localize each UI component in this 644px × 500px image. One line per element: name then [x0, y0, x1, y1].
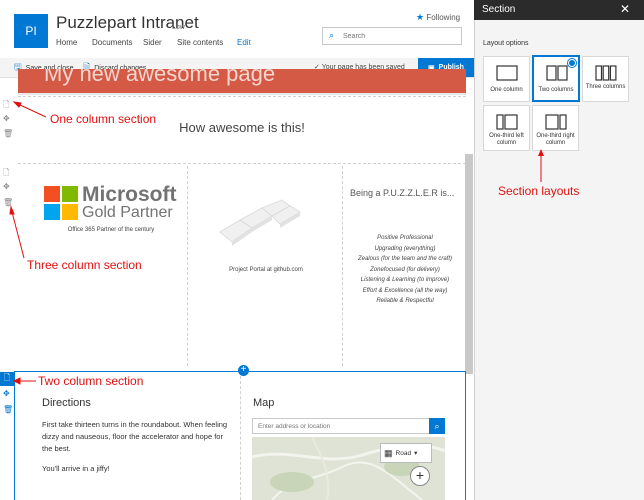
selected-section-border: [465, 371, 466, 500]
list-item: Zonefocused (for delivery): [370, 266, 440, 273]
annotation-section-layouts: Section layouts: [498, 184, 580, 198]
map-zoom-in-button[interactable]: +: [410, 466, 430, 486]
one-column-icon: [496, 65, 518, 81]
banner-divider: [18, 93, 466, 95]
edit-section-icon[interactable]: 🗋: [0, 372, 14, 386]
three-columns-icon: [595, 65, 617, 81]
microsoft-logo: [44, 186, 78, 220]
move-section-icon[interactable]: ✥: [3, 182, 10, 191]
move-section-icon[interactable]: ✥: [3, 389, 10, 398]
section-border: [18, 163, 466, 164]
map-style-dropdown[interactable]: ▦ Road ▾: [380, 443, 432, 463]
follow-label: Following: [426, 13, 461, 22]
directions-paragraph[interactable]: First take thirteen turns in the roundab…: [42, 419, 232, 455]
nav-link-site-contents[interactable]: Site contents: [177, 38, 223, 47]
two-columns-icon: [546, 65, 568, 81]
nav-link-documents[interactable]: Documents: [92, 38, 132, 47]
map-search-button[interactable]: ⌕: [429, 418, 445, 434]
puzzler-list[interactable]: Positive Professional Upgrading (everyth…: [346, 233, 464, 307]
follow-button[interactable]: ★ Following: [416, 12, 460, 23]
chevron-down-icon: ▾: [414, 450, 418, 457]
layout-option-label: One-third right column: [536, 133, 575, 146]
puzzle-pieces-image[interactable]: [210, 198, 320, 258]
layout-options-label: Layout options: [483, 40, 529, 47]
site-logo[interactable]: PI: [14, 14, 48, 48]
layout-one-column-option[interactable]: One column: [483, 56, 530, 102]
page-title[interactable]: My new awesome page: [44, 69, 275, 87]
list-item: Positive Professional: [377, 235, 433, 241]
map-address-input[interactable]: [252, 418, 430, 434]
column-divider: [342, 166, 343, 366]
selected-section-border: [14, 371, 15, 500]
list-item: Effort & Excellence (all the way): [362, 287, 448, 294]
nav-edit-link[interactable]: Edit: [237, 38, 251, 47]
annotation-two-column: Two column section: [38, 374, 144, 388]
edit-section-icon[interactable]: 🗋: [3, 99, 9, 113]
selected-radio-icon: [568, 59, 576, 67]
layout-one-third-right-option[interactable]: One-third right column: [532, 105, 579, 151]
layout-option-label: Two columns: [538, 87, 574, 93]
annotation-three-column: Three column section: [27, 258, 142, 272]
layout-two-columns-option[interactable]: Two columns: [532, 55, 580, 102]
delete-section-icon[interactable]: 🗑: [3, 405, 13, 414]
search-icon: ⌕: [434, 420, 440, 431]
layout-option-label: One-third left column: [489, 133, 524, 146]
image-caption: Project Portal at github.com: [229, 267, 303, 273]
one-third-right-icon: [545, 114, 567, 130]
edit-section-icon[interactable]: 🗋: [3, 167, 9, 181]
list-item: Reliable & Respectful: [376, 298, 434, 304]
list-item: Zealous (for the team and the craft): [357, 256, 453, 262]
map-heading[interactable]: Map: [253, 397, 274, 409]
add-section-button[interactable]: +: [238, 365, 249, 376]
list-item: Upgrading (everything): [374, 245, 436, 252]
search-box[interactable]: ⌕: [322, 27, 462, 45]
list-item: Listening & Learning (to improve): [360, 277, 450, 283]
section-border: [18, 96, 466, 97]
column-divider: [240, 376, 241, 500]
scrollbar[interactable]: [465, 154, 473, 374]
directions-paragraph[interactable]: You'll arrive in a jiffy!: [42, 463, 232, 475]
text-heading[interactable]: Being a P.U.Z.Z.L.E.R is...: [350, 188, 454, 198]
delete-section-icon[interactable]: 🗑: [3, 129, 13, 138]
layout-option-label: Three columns: [585, 84, 626, 90]
directions-heading[interactable]: Directions: [42, 397, 91, 409]
site-classification-badge: Low: [172, 24, 185, 31]
image-caption: Office 365 Partner of the century: [67, 227, 155, 233]
layout-one-third-left-option[interactable]: One-third left column: [483, 105, 530, 151]
move-section-icon[interactable]: ✥: [3, 114, 10, 123]
nav-link-sider[interactable]: Sider: [143, 38, 162, 47]
search-input[interactable]: [343, 29, 453, 43]
star-icon: ★: [416, 12, 425, 22]
close-icon[interactable]: ✕: [620, 2, 630, 16]
search-icon: ⌕: [329, 30, 335, 40]
one-third-left-icon: [496, 114, 518, 130]
layout-option-label: One column: [490, 87, 523, 93]
layout-three-columns-option[interactable]: Three columns: [582, 56, 629, 102]
map-style-label: Road: [395, 449, 412, 457]
delete-section-icon[interactable]: 🗑: [3, 198, 13, 207]
gold-partner-label: Gold Partner: [82, 204, 173, 221]
annotation-one-column: One column section: [50, 112, 157, 126]
page-title-banner: My new awesome page: [18, 69, 466, 93]
panel-title: Section: [482, 4, 516, 15]
section-toolbar-rail: [0, 78, 14, 500]
nav-link-home[interactable]: Home: [56, 38, 77, 47]
map-layer-icon: ▦: [384, 447, 393, 458]
column-divider: [187, 166, 188, 366]
